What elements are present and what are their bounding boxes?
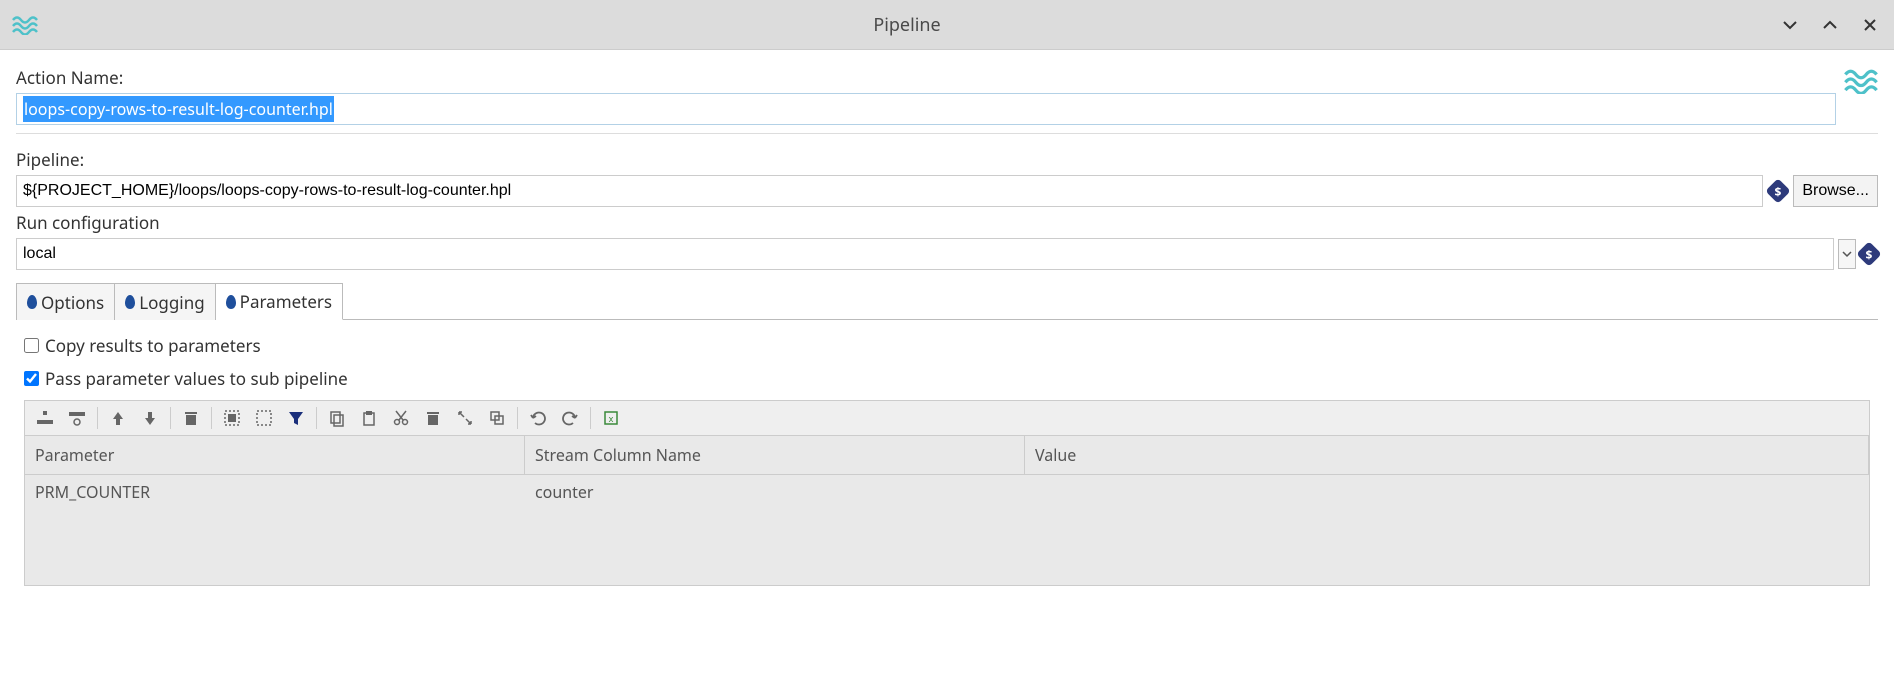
pass-params-label: Pass parameter values to sub pipeline (45, 367, 348, 390)
browse-button[interactable]: Browse... (1793, 175, 1878, 207)
undo-icon[interactable] (526, 406, 550, 430)
header-stream-column[interactable]: Stream Column Name (525, 436, 1025, 474)
action-name-input[interactable]: loops-copy-rows-to-result-log-counter.hp… (16, 93, 1836, 125)
header-value[interactable]: Value (1025, 436, 1869, 474)
cell-value[interactable] (1025, 475, 1869, 509)
pass-params-checkbox[interactable] (24, 371, 39, 386)
tab-logging[interactable]: Logging (115, 283, 215, 320)
tab-parameters-label: Parameters (240, 290, 332, 313)
pipeline-label: Pipeline: (16, 148, 1878, 171)
tab-options[interactable]: Options (16, 283, 115, 320)
table-row[interactable]: PRM_COUNTER counter (25, 475, 1869, 509)
pipeline-logo-icon (1844, 68, 1878, 94)
separator (590, 407, 591, 429)
run-config-label: Run configuration (16, 211, 1878, 234)
separator (97, 407, 98, 429)
select-all-icon[interactable] (220, 406, 244, 430)
variable-icon[interactable]: $ (1856, 241, 1881, 266)
insert-row-after-icon[interactable] (65, 406, 89, 430)
parameters-table: Parameter Stream Column Name Value PRM_C… (24, 436, 1870, 586)
tab-options-label: Options (41, 291, 104, 314)
maximize-button[interactable] (1818, 13, 1842, 37)
action-name-label: Action Name: (16, 66, 1836, 89)
close-button[interactable] (1858, 13, 1882, 37)
drop-icon (27, 295, 37, 309)
copy-icon[interactable] (325, 406, 349, 430)
header-parameter[interactable]: Parameter (25, 436, 525, 474)
run-config-input[interactable] (16, 238, 1834, 270)
paste-icon[interactable] (357, 406, 381, 430)
separator (316, 407, 317, 429)
clear-selection-icon[interactable] (252, 406, 276, 430)
export-excel-icon[interactable]: x (599, 406, 623, 430)
duplicate-icon[interactable] (485, 406, 509, 430)
titlebar: Pipeline (0, 0, 1894, 50)
move-down-icon[interactable] (138, 406, 162, 430)
cell-stream[interactable]: counter (525, 475, 1025, 509)
copy-results-label: Copy results to parameters (45, 334, 261, 357)
app-logo-icon (12, 15, 38, 35)
delete-all-icon[interactable] (421, 406, 445, 430)
drop-icon (125, 295, 135, 309)
separator (517, 407, 518, 429)
cell-parameter[interactable]: PRM_COUNTER (25, 475, 525, 509)
svg-text:x: x (609, 412, 614, 425)
action-name-value: loops-copy-rows-to-result-log-counter.hp… (23, 96, 334, 122)
tab-parameters[interactable]: Parameters (216, 283, 343, 320)
cut-icon[interactable] (389, 406, 413, 430)
insert-row-before-icon[interactable] (33, 406, 57, 430)
variable-icon[interactable]: $ (1766, 178, 1791, 203)
run-config-dropdown-button[interactable] (1838, 239, 1856, 269)
redo-icon[interactable] (558, 406, 582, 430)
copy-results-checkbox[interactable] (24, 338, 39, 353)
separator (170, 407, 171, 429)
tab-logging-label: Logging (139, 291, 204, 314)
tabs-bar: Options Logging Parameters (16, 282, 1878, 320)
collapse-icon[interactable] (453, 406, 477, 430)
delete-icon[interactable] (179, 406, 203, 430)
filter-icon[interactable] (284, 406, 308, 430)
table-toolbar: x (24, 400, 1870, 436)
window-title: Pipeline (52, 13, 1762, 37)
minimize-button[interactable] (1778, 13, 1802, 37)
move-up-icon[interactable] (106, 406, 130, 430)
table-header: Parameter Stream Column Name Value (25, 436, 1869, 475)
separator (211, 407, 212, 429)
drop-icon (226, 295, 236, 309)
pipeline-path-input[interactable] (16, 175, 1763, 207)
